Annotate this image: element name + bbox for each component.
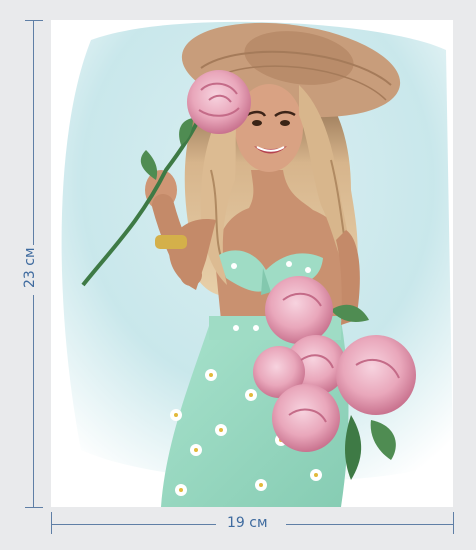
width-dimension-right-tick	[453, 512, 454, 534]
sticker-sheet	[51, 20, 453, 507]
woman-with-peonies-illustration	[61, 21, 453, 507]
height-dimension-bottom-tick	[25, 507, 43, 508]
width-dimension-label: 19 см	[227, 515, 268, 531]
peony-bouquet-3	[336, 335, 416, 415]
height-dimension-label: 23 см	[22, 247, 38, 288]
peony-bouquet-5	[272, 384, 340, 452]
width-dimension-line-right	[286, 524, 453, 525]
peony-bouquet-1	[265, 276, 333, 344]
gold-bracelet	[155, 235, 187, 249]
height-dimension-line-lower	[33, 295, 34, 507]
height-dimension-top-tick	[25, 20, 43, 21]
peony-face	[187, 70, 251, 134]
width-dimension-left-tick	[51, 512, 52, 534]
width-dimension-line-left	[51, 524, 216, 525]
height-dimension-line-upper	[33, 20, 34, 245]
